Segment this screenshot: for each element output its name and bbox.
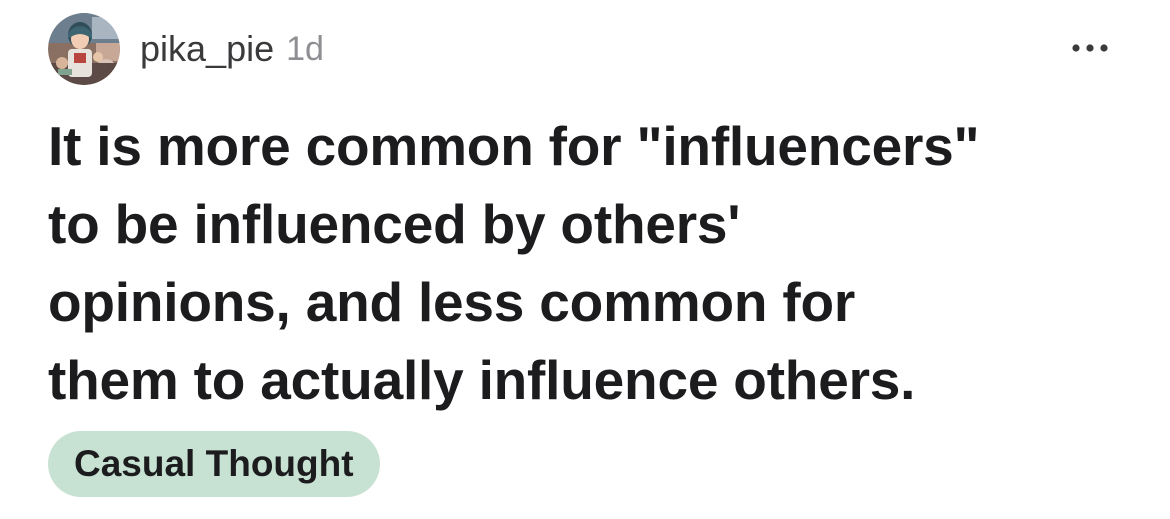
post-flair-badge[interactable]: Casual Thought [48,431,380,497]
post-card: pika_pie 1d It is more common for "influ… [0,0,1170,519]
username-link[interactable]: pika_pie [140,28,274,70]
post-timestamp: 1d [286,29,324,68]
post-title[interactable]: It is more common for "influencers" to b… [48,107,1128,419]
post-title-line: It is more common for "influencers" [48,115,980,177]
more-options-icon [1072,44,1108,52]
post-header: pika_pie 1d [48,12,324,86]
more-options-button[interactable] [1066,28,1114,68]
user-avatar-icon[interactable] [48,13,120,85]
post-title-line: to be influenced by others' [48,193,741,255]
post-title-line: opinions, and less common for [48,271,856,333]
post-title-line: them to actually influence others. [48,349,916,411]
